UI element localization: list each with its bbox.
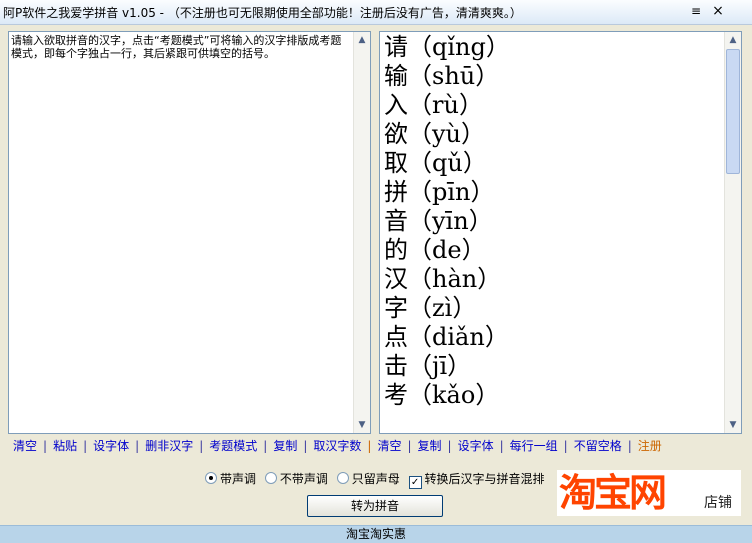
remove-non-chinese-link[interactable]: 删非汉字	[145, 439, 193, 453]
radio-selected-icon[interactable]	[205, 472, 217, 484]
pinyin-text: zì	[432, 294, 453, 322]
conversion-options: 带声调 不带声调 只留声母 ✓ 转换后汉字与拼音混排	[205, 470, 550, 489]
hanzi-char: 拼	[384, 178, 408, 206]
pinyin-text: qǔ	[432, 149, 463, 177]
pinyin-row: 的（de）	[384, 236, 486, 264]
pinyin-list: 请（qǐng） 输（shū） 入（rù） 欲（yù） 取（qǔ） 拼（pīn） 音（yīn）…	[384, 33, 510, 410]
scroll-thumb[interactable]	[726, 49, 740, 174]
hanzi-char: 入	[384, 91, 408, 119]
input-text: 请输入欲取拼音的汉字，点击“考题模式”可将输入的汉字排版成考题模式，即每个字独占…	[11, 34, 342, 60]
no-tone-option[interactable]: 不带声调	[264, 470, 328, 487]
pinyin-text: yù	[432, 120, 462, 148]
taobao-ad-banner[interactable]: 淘宝网 店铺	[557, 470, 741, 516]
checkmark-icon[interactable]: ✓	[408, 476, 422, 489]
paste-link[interactable]: 粘贴	[53, 439, 77, 453]
hanzi-char: 点	[384, 323, 408, 351]
taobao-store-text: 店铺	[704, 495, 732, 511]
pinyin-row: 请（qǐng）	[384, 33, 510, 61]
pinyin-row: 取（qǔ）	[384, 149, 487, 177]
convert-button[interactable]: 转为拼音	[307, 495, 443, 517]
one-group-per-line-link[interactable]: 每行一组	[510, 439, 558, 453]
pinyin-row: 音（yīn）	[384, 207, 493, 235]
pinyin-row: 汉（hàn）	[384, 265, 502, 293]
hanzi-char: 请	[384, 33, 408, 61]
pinyin-text: de	[432, 236, 462, 264]
pinyin-row: 击（jī）	[384, 352, 472, 380]
initials-only-option[interactable]: 只留声母	[336, 470, 400, 487]
right-copy-link[interactable]: 复制	[418, 439, 442, 453]
pinyin-row: 输（shū）	[384, 62, 500, 90]
input-textarea[interactable]: 请输入欲取拼音的汉字，点击“考题模式”可将输入的汉字排版成考题模式，即每个字独占…	[8, 31, 371, 434]
pinyin-row: 点（diǎn）	[384, 323, 509, 351]
output-textarea[interactable]: 请（qǐng） 输（shū） 入（rù） 欲（yù） 取（qǔ） 拼（pīn） 音（yīn）…	[379, 31, 742, 434]
scroll-up-icon[interactable]: ▲	[354, 32, 370, 48]
scroll-down-icon[interactable]: ▼	[354, 417, 370, 433]
pinyin-row: 欲（yù）	[384, 120, 486, 148]
pinyin-text: qǐng	[432, 33, 486, 61]
hanzi-char: 欲	[384, 120, 408, 148]
hanzi-char: 输	[384, 62, 408, 90]
radio-icon[interactable]	[336, 472, 349, 484]
pinyin-row: 考（kǎo）	[384, 381, 500, 409]
right-font-link[interactable]: 设字体	[458, 439, 494, 453]
hanzi-char: 的	[384, 236, 408, 264]
radio-icon[interactable]	[264, 472, 277, 484]
hanzi-char: 考	[384, 381, 408, 409]
hanzi-char: 取	[384, 149, 408, 177]
count-chinese-link[interactable]: 取汉字数	[313, 439, 361, 453]
menu-icon[interactable]: ≡	[687, 3, 705, 20]
right-clear-link[interactable]: 清空	[377, 439, 401, 453]
left-toolbar: 清空 | 粘贴 | 设字体 | 删非汉字 | 考题模式 | 复制 | 取汉字数 | 清空 | 复制 | 设字体 | 每行…	[13, 439, 662, 453]
hanzi-char: 字	[384, 294, 408, 322]
pinyin-text: kǎo	[432, 381, 476, 409]
title-bar: 阿P软件之我爱学拼音 v1.05 - （不注册也可无限期使用全部功能！注册后没有…	[0, 0, 752, 25]
pinyin-row: 字（zì）	[384, 294, 477, 322]
left-font-link[interactable]: 设字体	[93, 439, 129, 453]
pinyin-text: hàn	[432, 265, 478, 293]
pinyin-row: 拼（pīn）	[384, 178, 495, 206]
pinyin-text: shū	[432, 62, 476, 90]
taobao-logo-text: 淘宝网	[559, 471, 667, 515]
scroll-up-icon[interactable]: ▲	[725, 32, 741, 48]
input-scrollbar[interactable]: ▲ ▼	[353, 32, 370, 433]
mix-checkbox[interactable]: ✓ 转换后汉字与拼音混排	[408, 470, 545, 489]
pinyin-text: jī	[432, 352, 448, 380]
no-space-link[interactable]: 不留空格	[574, 439, 622, 453]
left-copy-link[interactable]: 复制	[273, 439, 297, 453]
hanzi-char: 音	[384, 207, 408, 235]
hanzi-char: 汉	[384, 265, 408, 293]
register-link[interactable]: 注册	[638, 439, 662, 453]
hanzi-char: 击	[384, 352, 408, 380]
pinyin-text: rù	[432, 91, 459, 119]
tone-option[interactable]: 带声调	[205, 470, 256, 487]
pinyin-text: pīn	[432, 178, 471, 206]
pinyin-row: 入（rù）	[384, 91, 483, 119]
scroll-down-icon[interactable]: ▼	[725, 417, 741, 433]
pinyin-text: yīn	[432, 207, 469, 235]
output-scrollbar[interactable]: ▲ ▼	[724, 32, 741, 433]
left-clear-link[interactable]: 清空	[13, 439, 37, 453]
close-icon[interactable]: ×	[709, 3, 727, 20]
status-bar: 淘宝淘实惠	[0, 525, 752, 543]
pinyin-text: diǎn	[432, 323, 485, 351]
exam-mode-link[interactable]: 考题模式	[209, 439, 257, 453]
window-title: 阿P软件之我爱学拼音 v1.05 - （不注册也可无限期使用全部功能！注册后没有…	[3, 6, 522, 20]
